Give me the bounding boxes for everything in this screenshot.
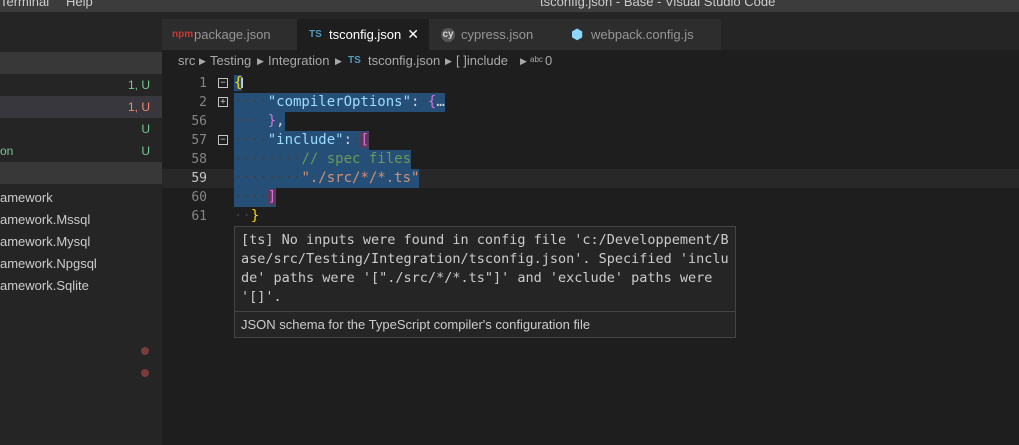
- code-line: 58 ········// spec files: [162, 150, 1019, 169]
- tab-package-json[interactable]: npm package.json: [162, 19, 297, 50]
- line-number: 57: [191, 133, 207, 148]
- editor-tab-bar: npm package.json TS tsconfig.json ✕ cy c…: [162, 12, 1019, 50]
- code-line-current: 59 ········"./src/*/*.ts": [162, 169, 1019, 188]
- sidebar-section-header[interactable]: [0, 162, 162, 184]
- menu-help[interactable]: Help: [66, 0, 93, 9]
- breadcrumb-item[interactable]: 0: [545, 50, 552, 72]
- changed-file-name: on: [0, 144, 14, 158]
- code-line: 61 ··}: [162, 207, 1019, 226]
- typescript-config-icon: TS: [348, 55, 361, 66]
- tab-tsconfig-json[interactable]: TS tsconfig.json ✕: [297, 19, 429, 50]
- string-abc-icon: abc: [530, 55, 543, 64]
- tab-cypress-json[interactable]: cy cypress.json: [429, 19, 559, 50]
- project-item[interactable]: amework.Mssql: [0, 209, 162, 231]
- tab-label: cypress.json: [461, 27, 534, 42]
- tab-webpack-config-js[interactable]: ⬢ webpack.config.js: [559, 19, 721, 50]
- project-item[interactable]: amework.Sqlite: [0, 275, 162, 297]
- line-number: 60: [191, 190, 207, 205]
- chevron-right-icon: ▶: [257, 56, 264, 66]
- close-icon[interactable]: ✕: [407, 19, 419, 50]
- line-content: ··}: [234, 208, 260, 224]
- line-number: 59: [191, 171, 207, 186]
- divider: [235, 311, 735, 312]
- breadcrumb-item[interactable]: [ ]include: [456, 50, 508, 72]
- window-title: tsconfig.json - Base - Visual Studio Cod…: [540, 0, 776, 9]
- line-content: ········// spec files: [234, 150, 412, 169]
- chevron-right-icon: ▶: [445, 56, 452, 66]
- project-item[interactable]: amework.Mysql: [0, 231, 162, 253]
- breadcrumb-item[interactable]: tsconfig.json: [368, 50, 440, 72]
- code-line: 2 + ····"compilerOptions":·{…: [162, 93, 1019, 112]
- project-item[interactable]: amework: [0, 187, 162, 209]
- chevron-right-icon: ▶: [335, 56, 342, 66]
- breadcrumb-item[interactable]: Testing: [210, 50, 251, 72]
- tab-label: package.json: [194, 27, 271, 42]
- breadcrumb-item[interactable]: Integration: [268, 50, 329, 72]
- code-line: 57 − ····"include":·[: [162, 131, 1019, 150]
- text-cursor-icon: I: [240, 76, 245, 92]
- breadcrumb-item[interactable]: src: [178, 50, 195, 72]
- fold-expanded-icon[interactable]: −: [218, 135, 228, 145]
- changed-file-item[interactable]: 1, U: [0, 74, 162, 96]
- changed-file-item[interactable]: U: [0, 118, 162, 140]
- code-line: 1 − {: [162, 74, 1019, 93]
- file-status: U: [141, 122, 150, 136]
- tab-label: webpack.config.js: [591, 27, 694, 42]
- line-content: ····},: [234, 112, 285, 131]
- source-control-header[interactable]: [0, 52, 162, 74]
- status-dot-icon: [141, 347, 149, 355]
- file-status: U: [141, 144, 150, 158]
- line-content: ····"include":·[: [234, 131, 369, 150]
- npm-icon: npm: [172, 29, 194, 40]
- tab-label: tsconfig.json: [329, 27, 402, 42]
- file-status: 1, U: [127, 78, 150, 92]
- breadcrumb: src ▶ Testing ▶ Integration ▶ TS tsconfi…: [162, 50, 1019, 72]
- hover-tooltip: [ts] No inputs were found in config file…: [234, 226, 736, 338]
- line-content: ····]: [234, 188, 277, 207]
- status-dot-icon: [141, 369, 149, 377]
- diagnostic-message: [ts] No inputs were found in config file…: [241, 232, 729, 305]
- line-number: 56: [191, 114, 207, 129]
- chevron-right-icon: ▶: [520, 56, 527, 66]
- line-number: 2: [199, 95, 207, 110]
- title-bar: Terminal Help tsconfig.json - Base - Vis…: [0, 0, 1019, 12]
- fold-collapsed-icon[interactable]: +: [218, 97, 228, 107]
- project-item[interactable]: amework.Npgsql: [0, 253, 162, 275]
- line-content: ····"compilerOptions":·{…: [234, 93, 445, 112]
- line-content: ········"./src/*/*.ts": [234, 169, 420, 188]
- changed-file-item[interactable]: on U: [0, 140, 162, 162]
- typescript-config-icon: TS: [309, 29, 322, 40]
- code-line: 60 ····]: [162, 188, 1019, 207]
- line-number: 58: [191, 152, 207, 167]
- chevron-right-icon: ▶: [199, 56, 206, 66]
- menu-terminal[interactable]: Terminal: [0, 0, 49, 9]
- file-status: 1, U: [127, 100, 150, 114]
- webpack-icon: ⬢: [571, 26, 584, 42]
- sidebar: 1, U 1, U U on U amework amework.Mssql a…: [0, 12, 162, 445]
- fold-expanded-icon[interactable]: −: [218, 78, 228, 88]
- line-number: 61: [191, 209, 207, 224]
- schema-description: JSON schema for the TypeScript compiler'…: [241, 317, 591, 332]
- cypress-icon: cy: [441, 28, 455, 42]
- line-number: 1: [199, 76, 207, 91]
- code-line: 56 ····},: [162, 112, 1019, 131]
- changed-file-item-selected[interactable]: 1, U: [0, 96, 162, 118]
